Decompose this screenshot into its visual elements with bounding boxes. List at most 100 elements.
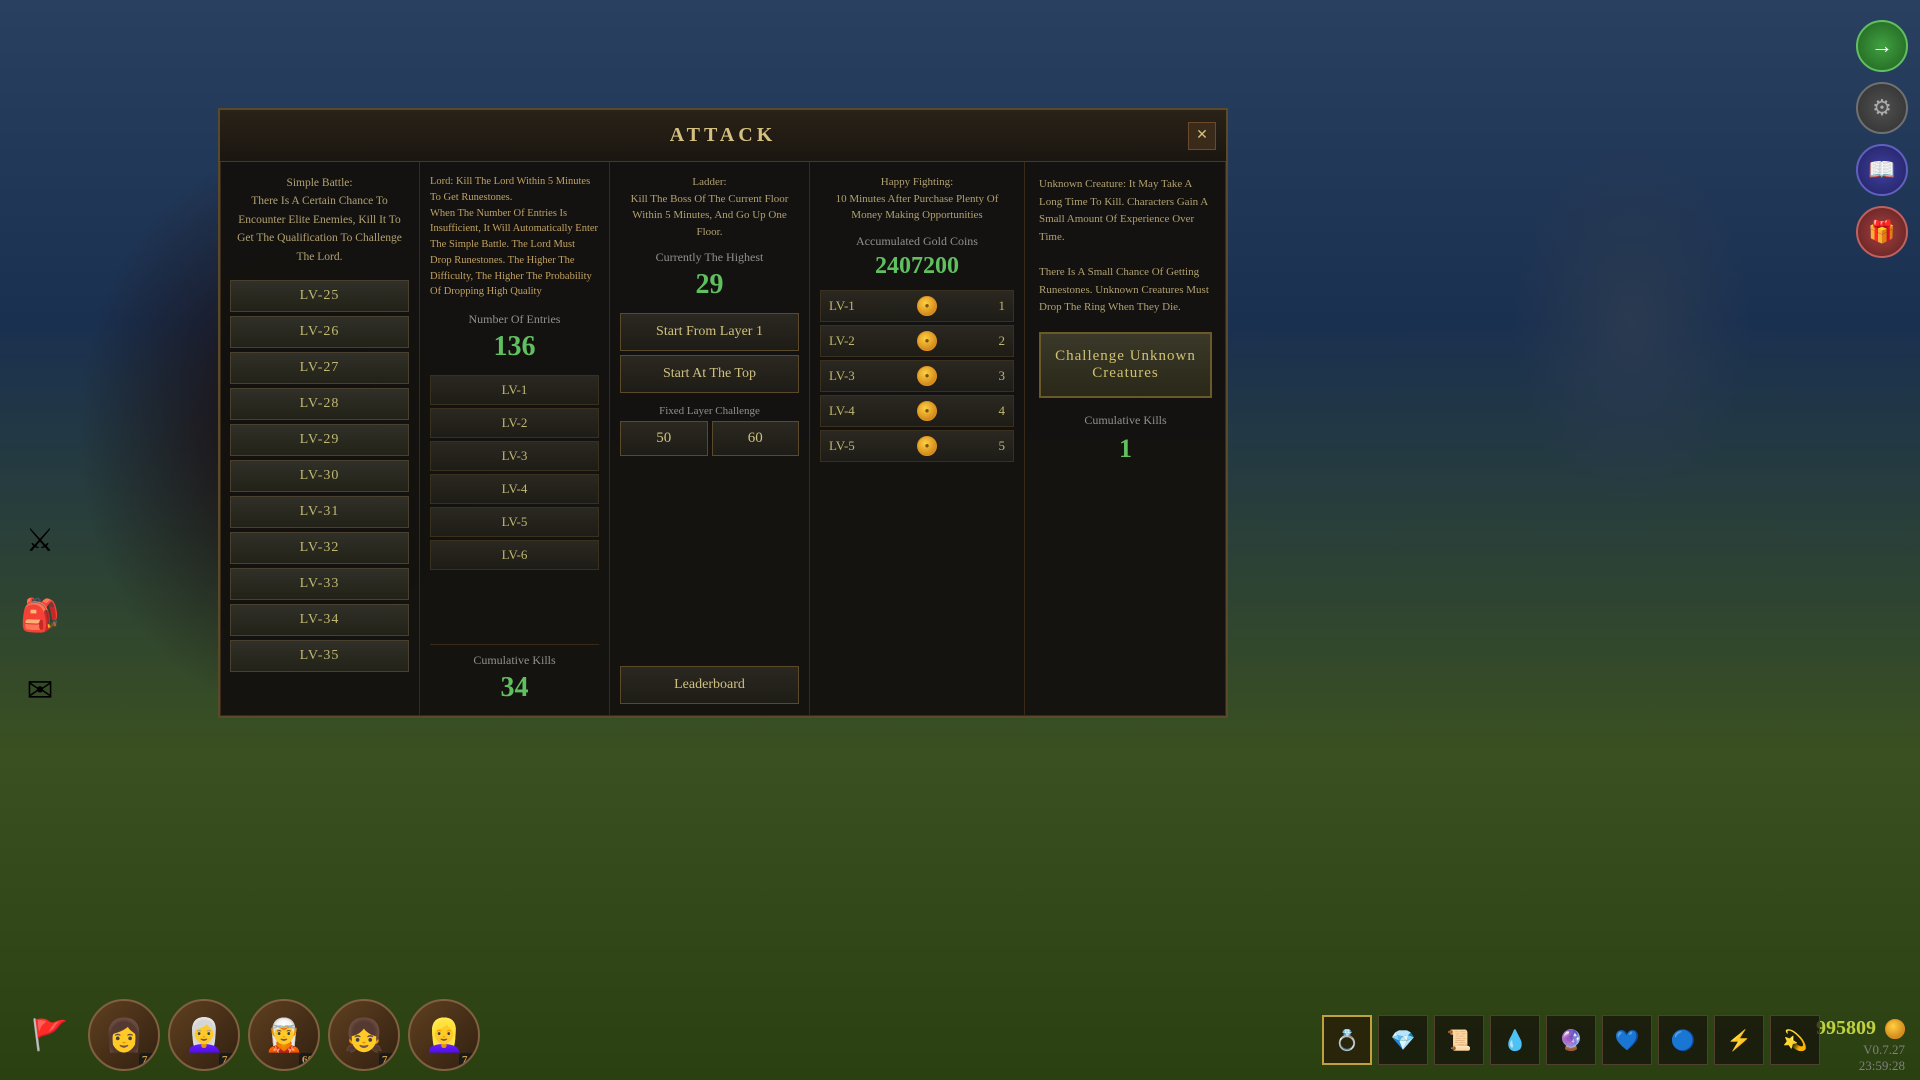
character-avatar-5[interactable]: 👱‍♀️ 74 (408, 999, 480, 1071)
entries-label: Number Of Entries (430, 312, 599, 327)
bottom-bar: 🚩 👩 74 👩‍🦳 74 🧝 66 👧 74 👱‍♀️ 74 💍 💎 📜 💧 … (0, 990, 1920, 1080)
character-level-1: 74 (139, 1053, 156, 1067)
start-from-layer-button[interactable]: Start From Layer 1 (620, 313, 799, 351)
inventory-slot-7[interactable]: 🔵 (1658, 1015, 1708, 1065)
book-button[interactable]: 📖 (1856, 144, 1908, 196)
entry-lv1[interactable]: LV-1 (430, 375, 599, 405)
level-btn-lv34[interactable]: LV-34 (230, 604, 409, 636)
entries-value: 136 (430, 331, 599, 363)
kills-section: Cumulative Kills 34 (430, 644, 599, 704)
character-avatar-2[interactable]: 👩‍🦳 74 (168, 999, 240, 1071)
gold-lv-4: LV-4 (829, 403, 869, 419)
entry-lv2[interactable]: LV-2 (430, 408, 599, 438)
character-face-1: 👩 (104, 1016, 144, 1054)
inventory-slot-9[interactable]: 💫 (1770, 1015, 1820, 1065)
right-icon-panel: → ⚙ 📖 🎁 (1856, 20, 1908, 258)
left-icon-panel: ⚔ 🎒 ✉ (10, 510, 70, 720)
leaderboard-button[interactable]: Leaderboard (620, 666, 799, 704)
character-avatar-1[interactable]: 👩 74 (88, 999, 160, 1071)
gold-amount-2: 2 (985, 333, 1005, 349)
fixed-layer-row: 50 60 (620, 421, 799, 456)
character-face-2: 👩‍🦳 (184, 1016, 224, 1054)
gold-coin-icon-1: ● (917, 296, 937, 316)
mail-icon: ✉ (27, 671, 54, 709)
inventory-slot-3[interactable]: 📜 (1434, 1015, 1484, 1065)
flag-button[interactable]: 🚩 (20, 1005, 80, 1065)
attack-modal: ATTACK ✕ Simple Battle: There Is A Certa… (218, 108, 1228, 718)
gift-button[interactable]: 🎁 (1856, 206, 1908, 258)
fixed-layer-input-2[interactable]: 60 (712, 421, 800, 456)
gold-coin-icon-4: ● (917, 401, 937, 421)
character-avatar-3[interactable]: 🧝 66 (248, 999, 320, 1071)
inventory-bar: 💍 💎 📜 💧 🔮 💙 🔵 ⚡ 💫 (1322, 1015, 1820, 1065)
character-face-3: 🧝 (264, 1016, 304, 1054)
level-btn-lv33[interactable]: LV-33 (230, 568, 409, 600)
combat-button[interactable]: ⚔ (10, 510, 70, 570)
level-btn-lv26[interactable]: LV-26 (230, 316, 409, 348)
challenge-unknown-creatures-button[interactable]: Challenge Unknown Creatures (1039, 332, 1212, 398)
gold-coin-icon-3: ● (917, 366, 937, 386)
level-btn-lv32[interactable]: LV-32 (230, 532, 409, 564)
gold-amount-4: 4 (985, 403, 1005, 419)
entry-lv4[interactable]: LV-4 (430, 474, 599, 504)
lord-description: Lord: Kill The Lord Within 5 Minutes To … (430, 174, 599, 300)
inventory-slot-6[interactable]: 💙 (1602, 1015, 1652, 1065)
modal-close-button[interactable]: ✕ (1188, 122, 1216, 150)
flag-icon: 🚩 (31, 1018, 68, 1053)
gear-icon: ⚙ (1872, 95, 1892, 121)
entry-lv5[interactable]: LV-5 (430, 507, 599, 537)
inventory-slot-1[interactable]: 💍 (1322, 1015, 1372, 1065)
arrow-right-button[interactable]: → (1856, 20, 1908, 72)
level-btn-lv27[interactable]: LV-27 (230, 352, 409, 384)
level-list-column: Simple Battle: There Is A Certain Chance… (220, 162, 420, 716)
inventory-slot-8[interactable]: ⚡ (1714, 1015, 1764, 1065)
gold-row-3: LV-3 ● 3 (820, 360, 1014, 392)
gold-coins-value: 2407200 (820, 253, 1014, 280)
kills-value: 34 (430, 672, 599, 704)
gold-lv-3: LV-3 (829, 368, 869, 384)
character-face-4: 👧 (344, 1016, 384, 1054)
fixed-layer-label: Fixed Layer Challenge (620, 405, 799, 417)
character-avatar-4[interactable]: 👧 74 (328, 999, 400, 1071)
modal-title: ATTACK (670, 124, 777, 147)
level-btn-lv28[interactable]: LV-28 (230, 388, 409, 420)
entry-lv6[interactable]: LV-6 (430, 540, 599, 570)
gold-row-2: LV-2 ● 2 (820, 325, 1014, 357)
inventory-slot-5[interactable]: 🔮 (1546, 1015, 1596, 1065)
fixed-layer-input-1[interactable]: 50 (620, 421, 708, 456)
gold-amount-1: 1 (985, 298, 1005, 314)
start-at-top-button[interactable]: Start At The Top (620, 355, 799, 393)
creature-description: Unknown Creature: It May Take A Long Tim… (1039, 176, 1212, 317)
kills-label: Cumulative Kills (430, 653, 599, 668)
level-btn-lv30[interactable]: LV-30 (230, 460, 409, 492)
unknown-creature-column: Unknown Creature: It May Take A Long Tim… (1025, 162, 1226, 716)
entry-lv3[interactable]: LV-3 (430, 441, 599, 471)
ladder-column: Ladder:Kill The Boss Of The Current Floo… (610, 162, 810, 716)
settings-button[interactable]: ⚙ (1856, 82, 1908, 134)
bag-button[interactable]: 🎒 (10, 585, 70, 645)
gold-coin-icon-5: ● (917, 436, 937, 456)
sword-icon: ⚔ (26, 521, 55, 559)
highest-value: 29 (620, 269, 799, 301)
gold-lv-5: LV-5 (829, 438, 869, 454)
character-level-3: 66 (299, 1053, 316, 1067)
mail-button[interactable]: ✉ (10, 660, 70, 720)
level-btn-lv25[interactable]: LV-25 (230, 280, 409, 312)
lord-battle-column: Lord: Kill The Lord Within 5 Minutes To … (420, 162, 610, 716)
level-btn-lv29[interactable]: LV-29 (230, 424, 409, 456)
modal-container: ATTACK ✕ Simple Battle: There Is A Certa… (218, 108, 1228, 718)
character-face-5: 👱‍♀️ (424, 1016, 464, 1054)
inventory-slot-4[interactable]: 💧 (1490, 1015, 1540, 1065)
modal-body: Simple Battle: There Is A Certain Chance… (220, 162, 1226, 716)
happy-fighting-desc: Happy Fighting:10 Minutes After Purchase… (820, 174, 1014, 224)
simple-battle-desc: Simple Battle: There Is A Certain Chance… (230, 174, 409, 266)
inventory-slot-2[interactable]: 💎 (1378, 1015, 1428, 1065)
level-btn-lv31[interactable]: LV-31 (230, 496, 409, 528)
bag-icon: 🎒 (20, 596, 60, 634)
level-btn-lv35[interactable]: LV-35 (230, 640, 409, 672)
gold-lv-2: LV-2 (829, 333, 869, 349)
gold-lv-1: LV-1 (829, 298, 869, 314)
gold-coin-icon-2: ● (917, 331, 937, 351)
gold-amount-5: 5 (985, 438, 1005, 454)
character-level-5: 74 (459, 1053, 476, 1067)
